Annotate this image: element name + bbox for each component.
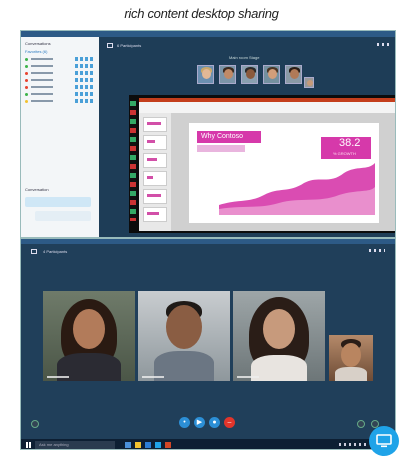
video-icon: ▶ <box>196 419 203 426</box>
participant-name <box>142 376 164 378</box>
meeting-stage: 6 Participants Main room Stage Why Conto… <box>99 37 395 237</box>
slide-thumbnails <box>139 113 171 231</box>
participant-thumbnail[interactable] <box>197 65 214 84</box>
contact-name <box>31 72 53 74</box>
desktop-screen-icon <box>369 426 399 456</box>
presence-status-icon <box>25 79 28 82</box>
slide-thumbnail[interactable] <box>143 135 167 150</box>
participants-label: 4 Participants <box>43 249 68 254</box>
skype-window-content-sharing: Conversations Favorites (6) Conversation… <box>20 30 396 238</box>
participants-button[interactable] <box>31 420 39 428</box>
slide-canvas: Why Contoso 38.2 % GROWTH <box>171 113 395 231</box>
presence-status-icon <box>25 65 28 68</box>
participant-name <box>47 376 69 378</box>
microphone-icon: ● <box>212 419 217 426</box>
self-view-thumbnail[interactable] <box>304 77 314 88</box>
contact-row[interactable] <box>25 78 97 83</box>
participant-thumbnail[interactable] <box>241 65 258 84</box>
slide-stat-subtitle: % GROWTH <box>333 151 356 156</box>
contact-action-icons[interactable] <box>75 92 93 96</box>
device-settings-button[interactable] <box>357 420 365 428</box>
windows-taskbar: Ask me anything <box>21 439 395 449</box>
contact-action-icons[interactable] <box>75 71 93 75</box>
slide-thumbnail[interactable] <box>143 171 167 186</box>
contact-action-icons[interactable] <box>75 78 93 82</box>
contact-row[interactable] <box>25 85 97 90</box>
participant-name <box>237 376 259 378</box>
shared-screen: Why Contoso 38.2 % GROWTH <box>129 95 395 233</box>
powerpoint-icon[interactable] <box>165 442 171 448</box>
contact-name <box>31 58 53 60</box>
participant-video[interactable] <box>329 335 373 381</box>
call-controls: • ▶ ● – <box>179 417 239 429</box>
contact-name <box>31 86 53 88</box>
participant-thumbnail[interactable] <box>263 65 280 84</box>
skype-icon[interactable] <box>155 442 161 448</box>
hang-up-button[interactable]: – <box>224 417 235 428</box>
caption: rich content desktop sharing <box>124 6 279 21</box>
sidebar-title: Conversations <box>25 41 51 46</box>
skype-window-video-call: 4 Participants • ▶ ● – Ask me anything <box>20 238 396 450</box>
hang-up-icon: – <box>227 419 232 426</box>
slide-thumbnail[interactable] <box>143 189 167 204</box>
contact-name <box>31 65 53 67</box>
contact-name <box>31 79 53 81</box>
slide-stat: 38.2 <box>339 137 361 149</box>
contact-action-icons[interactable] <box>75 85 93 89</box>
system-tray[interactable] <box>339 443 369 446</box>
contact-action-icons[interactable] <box>75 99 93 103</box>
chat-message <box>35 211 91 221</box>
contact-name <box>31 93 53 95</box>
presence-status-icon <box>25 58 28 61</box>
slide-title: Why Contoso <box>201 133 244 140</box>
stage-label: Main room Stage <box>229 55 260 60</box>
contact-action-icons[interactable] <box>75 57 93 61</box>
slide-thumbnail[interactable] <box>143 153 167 168</box>
contact-row[interactable] <box>25 99 97 104</box>
participant-video[interactable] <box>233 291 325 381</box>
participants-label: 6 Participants <box>117 43 142 48</box>
window-controls[interactable] <box>369 249 385 252</box>
presence-status-icon <box>25 72 28 75</box>
chat-icon: • <box>183 419 186 426</box>
contact-action-icons[interactable] <box>75 64 93 68</box>
participant-thumbnail[interactable] <box>219 65 236 84</box>
slide-subtitle-box <box>197 145 245 152</box>
chat-button[interactable]: • <box>179 417 190 428</box>
window-controls[interactable] <box>377 43 391 46</box>
presence-status-icon <box>25 93 28 96</box>
participant-video[interactable] <box>138 291 230 381</box>
slide-area-chart <box>219 163 375 215</box>
microphone-button[interactable]: ● <box>209 417 220 428</box>
participants-icon[interactable] <box>107 43 113 48</box>
taskbar-search-placeholder: Ask me anything <box>39 442 69 447</box>
contact-name <box>31 100 53 102</box>
contact-row[interactable] <box>25 92 97 97</box>
ribbon-title-bar <box>139 98 395 102</box>
contact-row[interactable] <box>25 64 97 69</box>
window-titlebar <box>21 239 395 244</box>
chat-header: Conversation <box>25 187 49 192</box>
file-explorer-icon[interactable] <box>135 442 141 448</box>
edge-icon[interactable] <box>145 442 151 448</box>
video-button[interactable]: ▶ <box>194 417 205 428</box>
contacts-sidebar: Conversations Favorites (6) Conversation <box>21 37 99 237</box>
contact-row[interactable] <box>25 57 97 62</box>
current-slide: Why Contoso 38.2 % GROWTH <box>189 123 379 223</box>
chat-message <box>25 197 91 207</box>
participant-thumbnail[interactable] <box>285 65 302 84</box>
taskbar-icons <box>130 101 136 221</box>
slide-thumbnail[interactable] <box>143 117 167 132</box>
presence-status-icon <box>25 100 28 103</box>
contact-row[interactable] <box>25 71 97 76</box>
participants-icon[interactable] <box>31 249 37 254</box>
task-view-icon[interactable] <box>125 442 131 448</box>
presence-status-icon <box>25 86 28 89</box>
slide-thumbnail[interactable] <box>143 207 167 222</box>
participant-video[interactable] <box>43 291 135 381</box>
favorites-section[interactable]: Favorites (6) <box>25 49 47 54</box>
windows-start-icon[interactable] <box>26 442 32 448</box>
